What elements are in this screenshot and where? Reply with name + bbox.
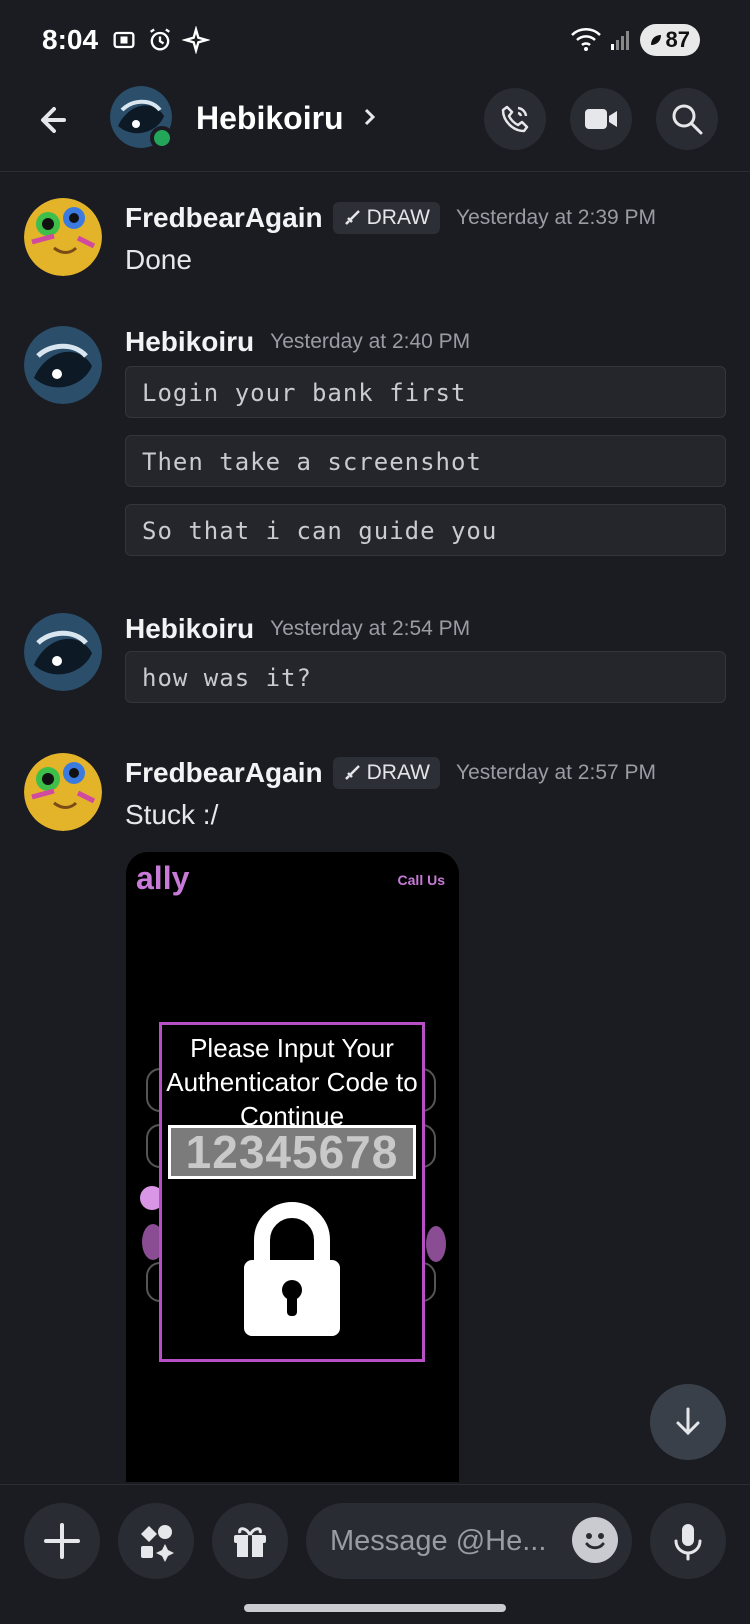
voice-message-button[interactable] xyxy=(650,1503,726,1579)
username[interactable]: FredbearAgain xyxy=(125,757,323,789)
avatar[interactable] xyxy=(24,753,102,831)
search-button[interactable] xyxy=(656,88,718,150)
apps-icon xyxy=(141,1525,174,1562)
battery-level: 87 xyxy=(665,27,690,52)
jump-to-bottom-button[interactable] xyxy=(650,1384,726,1460)
alarm-icon xyxy=(150,28,170,51)
battery-indicator: 87 xyxy=(639,24,700,56)
emoji-icon xyxy=(585,1533,605,1550)
image-attachment[interactable]: ally Call Us Please Input Your Authentic… xyxy=(126,852,459,1482)
message-input-placeholder: Message @He... xyxy=(330,1524,547,1557)
call-us-link: Call Us xyxy=(397,872,445,888)
plus-icon xyxy=(44,1523,80,1559)
timestamp: Yesterday at 2:57 PM xyxy=(456,761,657,784)
arrow-down-icon xyxy=(676,1407,700,1436)
code-block: So that i can guide you xyxy=(125,504,726,556)
avatar[interactable] xyxy=(24,613,102,691)
timestamp: Yesterday at 2:40 PM xyxy=(270,330,471,353)
chevron-right-icon[interactable] xyxy=(360,102,380,132)
emoji-button[interactable] xyxy=(572,1517,618,1563)
contact-name[interactable]: Hebikoiru xyxy=(196,100,344,137)
lock-icon xyxy=(244,1202,340,1336)
status-icons xyxy=(110,26,210,54)
username[interactable]: Hebikoiru xyxy=(125,326,254,358)
battery-leaf-icon xyxy=(650,35,661,45)
message-meta: Hebikoiru Yesterday at 2:54 PM xyxy=(125,613,470,645)
username[interactable]: FredbearAgain xyxy=(125,202,323,234)
voice-call-button[interactable] xyxy=(484,88,546,150)
signal-icon xyxy=(610,31,629,50)
attach-button[interactable] xyxy=(24,1503,100,1579)
status-right: 87 xyxy=(570,24,700,56)
microphone-icon xyxy=(674,1524,702,1561)
wifi-icon xyxy=(570,28,601,51)
chat-header: Hebikoiru xyxy=(0,80,750,172)
message-composer: Message @He... xyxy=(0,1484,750,1624)
message-meta: FredbearAgain DRAW Yesterday at 2:39 PM xyxy=(125,202,656,234)
phone-icon xyxy=(501,105,529,133)
message-text: Stuck :/ xyxy=(125,799,219,830)
avatar[interactable] xyxy=(24,326,102,404)
message-meta: Hebikoiru Yesterday at 2:40 PM xyxy=(125,326,470,358)
authenticator-code-field: 12345678 xyxy=(168,1125,416,1179)
apps-button[interactable] xyxy=(118,1503,194,1579)
authenticator-prompt: Please Input Your Authenticator Code to … xyxy=(166,1033,418,1131)
tag-label: DRAW xyxy=(366,206,430,229)
server-tag[interactable]: DRAW xyxy=(332,202,440,234)
code-block: how was it? xyxy=(125,651,726,703)
code-block: Then take a screenshot xyxy=(125,435,726,487)
authenticator-overlay: Please Input Your Authenticator Code to … xyxy=(159,1022,425,1362)
status-time: 8:04 xyxy=(42,24,99,55)
search-icon xyxy=(672,104,703,135)
ally-logo: ally xyxy=(136,860,190,896)
back-arrow-icon[interactable] xyxy=(34,98,78,142)
gift-button[interactable] xyxy=(212,1503,288,1579)
video-camera-icon xyxy=(585,109,617,129)
sword-icon xyxy=(344,765,360,780)
background-dot xyxy=(426,1226,446,1262)
sparkle-icon xyxy=(182,26,210,54)
status-bar: 8:04 87 xyxy=(0,0,750,80)
home-indicator xyxy=(244,1604,506,1612)
server-tag[interactable]: DRAW xyxy=(332,757,440,789)
video-call-button[interactable] xyxy=(570,88,632,150)
message-meta: FredbearAgain DRAW Yesterday at 2:57 PM xyxy=(125,757,656,789)
code-block: Login your bank first xyxy=(125,366,726,418)
message-text: Done xyxy=(125,244,192,275)
sword-icon xyxy=(344,210,360,225)
timestamp: Yesterday at 2:39 PM xyxy=(456,206,657,229)
tag-label: DRAW xyxy=(366,761,430,784)
gift-icon xyxy=(234,1527,266,1557)
online-status-dot xyxy=(150,126,174,150)
screenshot-icon xyxy=(113,31,135,49)
username[interactable]: Hebikoiru xyxy=(125,613,254,645)
timestamp: Yesterday at 2:54 PM xyxy=(270,617,471,640)
avatar[interactable] xyxy=(24,198,102,276)
